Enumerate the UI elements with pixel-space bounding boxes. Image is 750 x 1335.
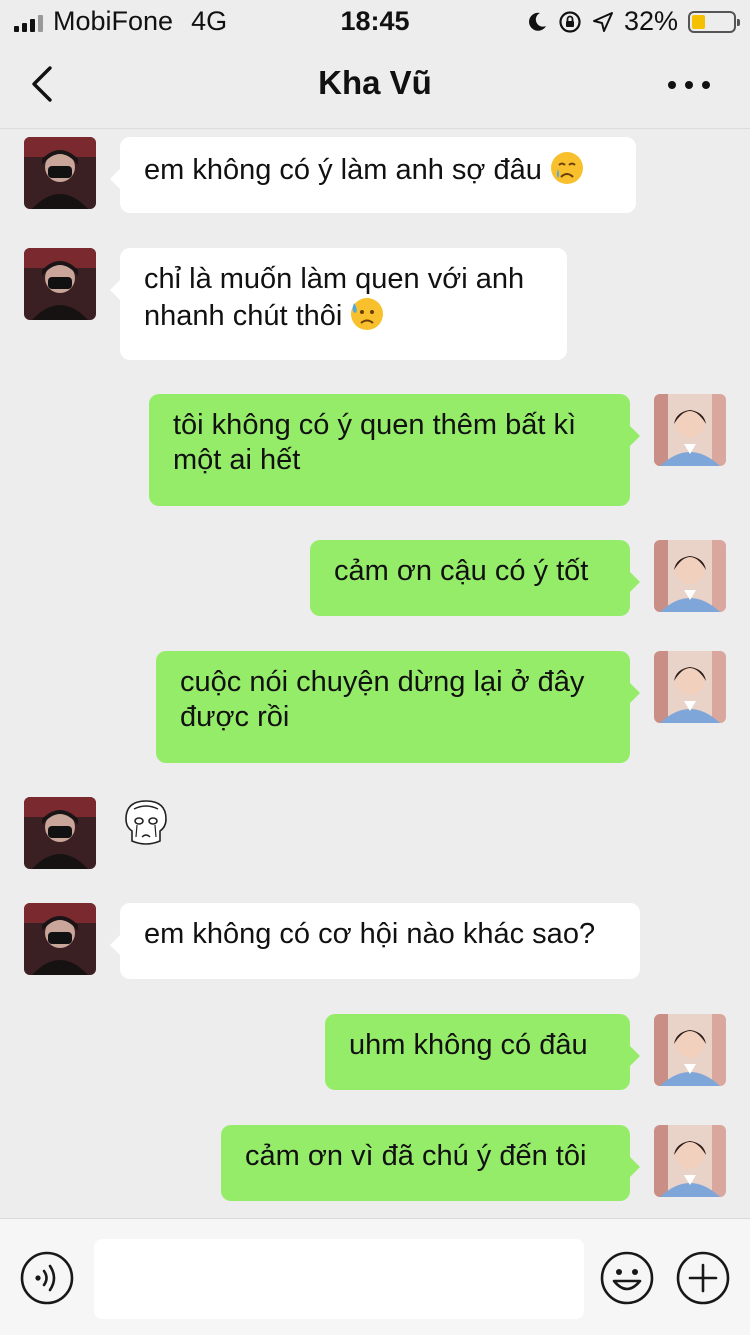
message-text: uhm không có đâu [349,1029,588,1061]
status-right: 32% [526,6,740,37]
battery-icon [688,10,740,33]
crying-character-sticker[interactable] [120,797,172,851]
message-text: một ai hết [173,444,301,476]
message-input[interactable] [94,1239,584,1319]
message-list[interactable]: em không có ý làm anh sợ đâu chỉ là muốn… [0,129,750,1217]
message-text: cảm ơn vì đã chú ý đến tôi [245,1140,587,1172]
contact-avatar[interactable] [24,903,96,975]
plus-icon[interactable] [676,1251,730,1305]
message-bubble[interactable]: tôi không có ý quen thêm bất kì một ai h… [149,394,640,506]
crying-face-icon [550,152,583,184]
contact-avatar[interactable] [24,248,96,320]
message-text: cuộc nói chuyện dừng lại ở đây [180,666,585,698]
message-text: được rồi [180,701,290,733]
message-bubble[interactable]: cảm ơn vì đã chú ý đến tôi [221,1125,640,1201]
my-avatar[interactable] [654,651,726,723]
message-bubble[interactable]: chỉ là muốn làm quen với anh nhanh chút … [110,248,567,360]
message-text: chỉ là muốn làm quen với anh [144,263,525,295]
input-bar [0,1218,750,1335]
status-bar: MobiFone 4G 18:45 32% [0,0,750,40]
my-avatar[interactable] [654,1125,726,1197]
message-bubble[interactable]: cảm ơn cậu có ý tốt [310,540,640,616]
chat-header: Kha Vũ [0,40,750,129]
message-text: em không có cơ hội nào khác sao? [144,918,596,950]
contact-name: Kha Vũ [318,64,432,101]
more-dots-icon[interactable] [664,70,714,100]
message-bubble[interactable]: cuộc nói chuyện dừng lại ở đây được rồi [156,651,640,763]
message-text: em không có ý làm anh sợ đâu [144,154,542,186]
message-bubble[interactable]: em không có ý làm anh sợ đâu [110,137,636,213]
contact-avatar[interactable] [24,797,96,869]
message-text: tôi không có ý quen thêm bất kì [173,409,577,441]
rotation-lock-icon [559,10,581,33]
contact-avatar[interactable] [24,137,96,209]
sad-sweat-face-icon [351,298,384,330]
smile-icon[interactable] [600,1251,654,1305]
voice-icon[interactable] [20,1251,74,1305]
message-text: cảm ơn cậu có ý tốt [334,555,589,587]
my-avatar[interactable] [654,540,726,612]
message-bubble[interactable]: uhm không có đâu [325,1014,640,1090]
message-bubble[interactable]: em không có cơ hội nào khác sao? [110,903,640,979]
battery-percent: 32% [623,6,678,36]
location-icon [592,11,613,32]
my-avatar[interactable] [654,1014,726,1086]
message-text: nhanh chút thôi [144,300,343,332]
moon-icon [529,12,546,31]
my-avatar[interactable] [654,394,726,466]
